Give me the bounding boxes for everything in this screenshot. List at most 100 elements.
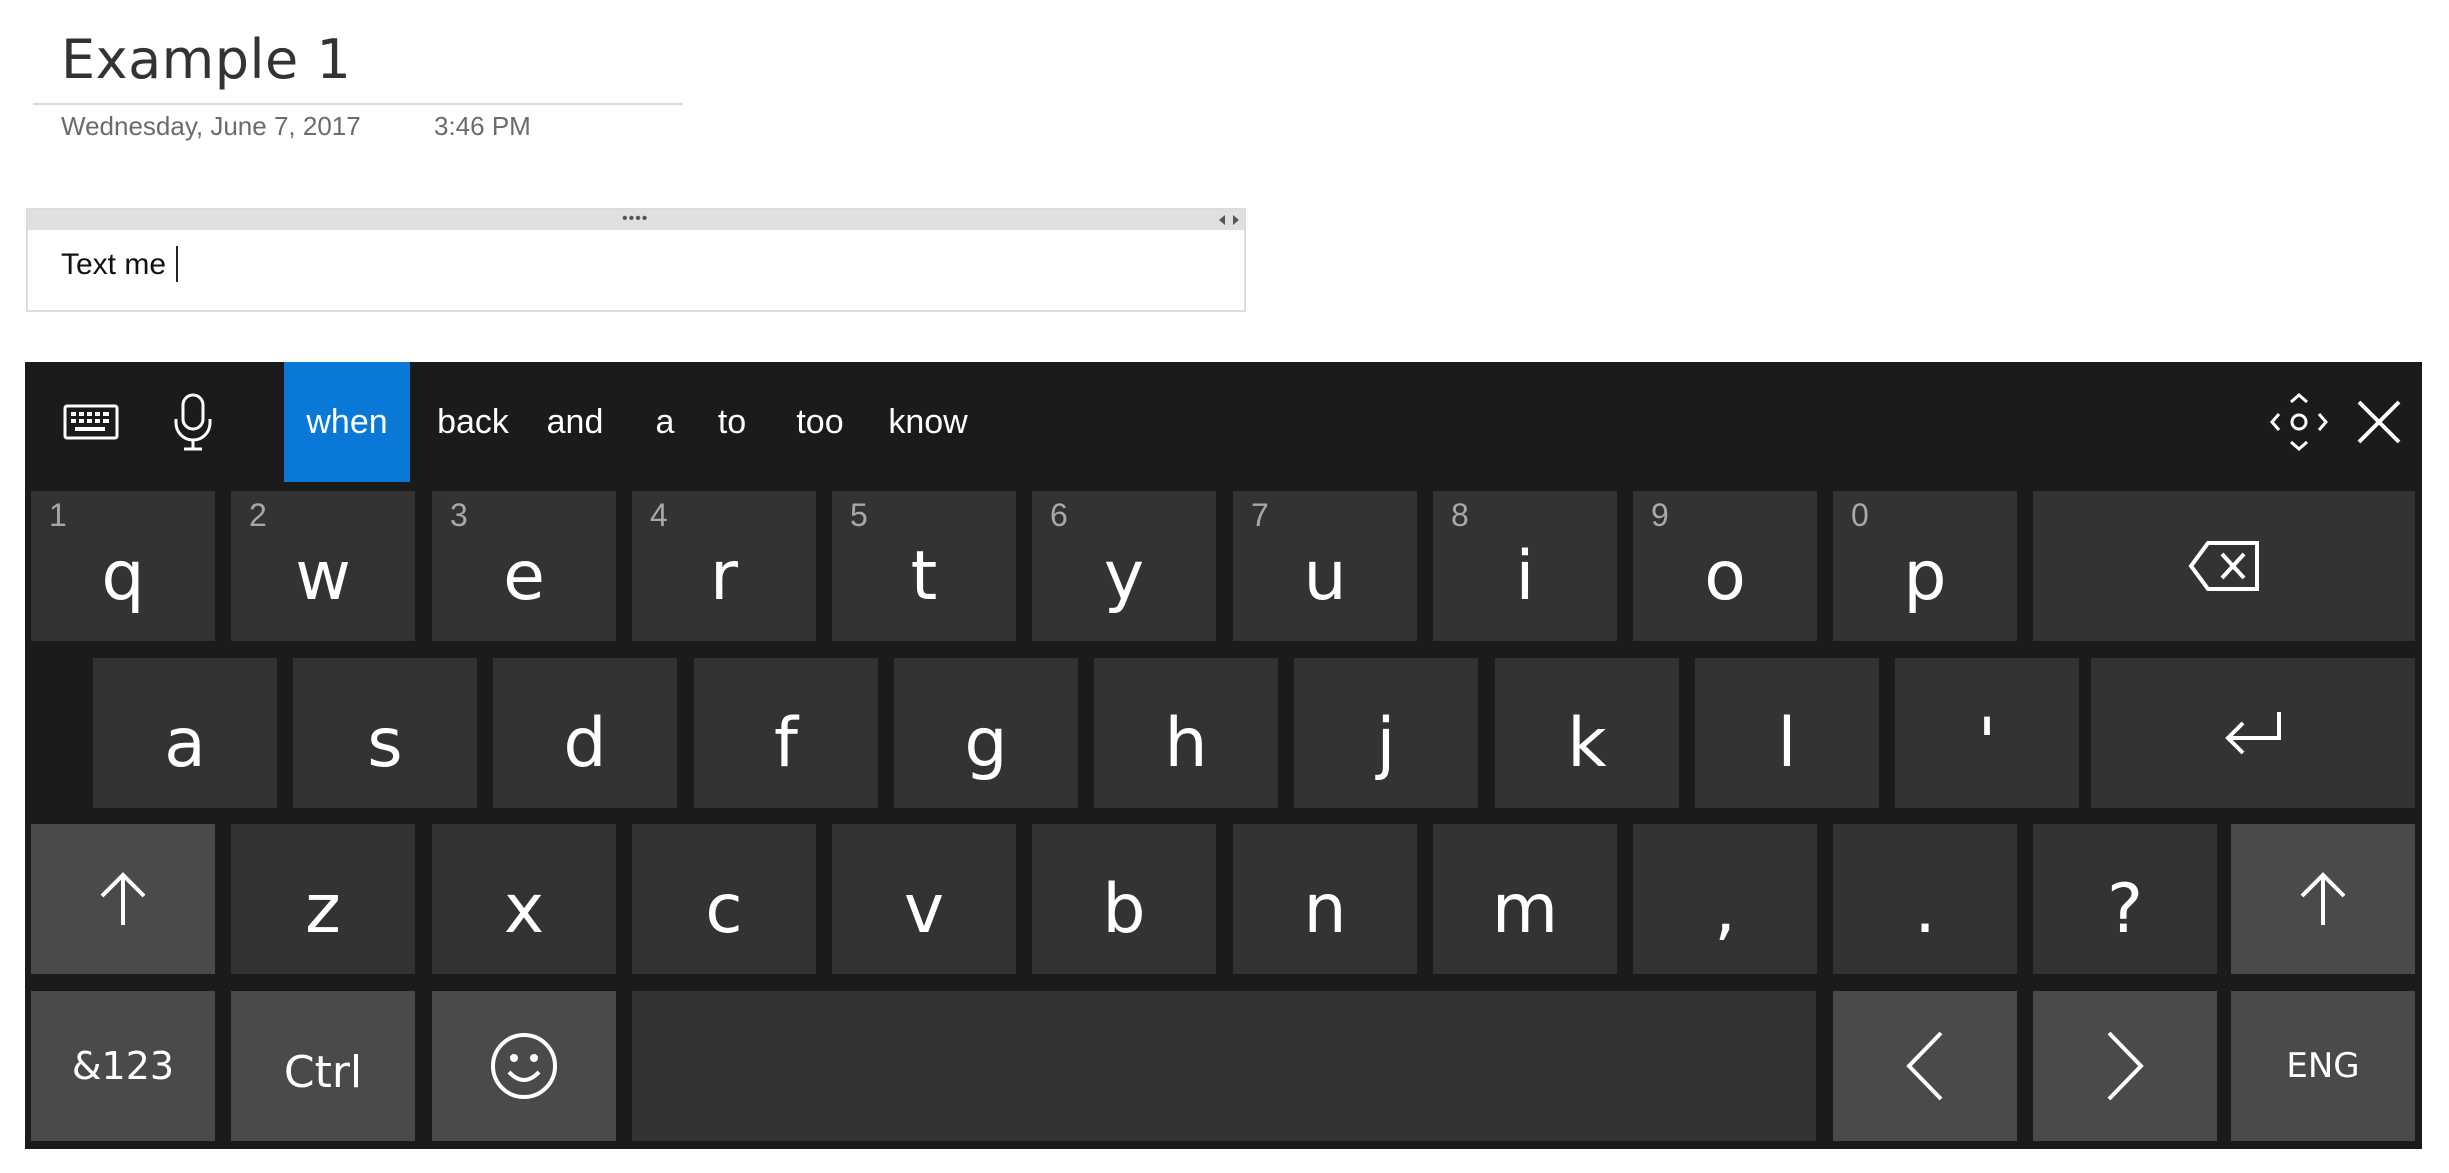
suggestion-back[interactable]: back: [430, 362, 516, 482]
title-divider: [33, 103, 683, 105]
key-n[interactable]: n: [1233, 824, 1417, 974]
key-e[interactable]: 3 e: [432, 491, 616, 641]
key-v[interactable]: v: [832, 824, 1016, 974]
keyboard-icon[interactable]: [53, 384, 129, 460]
symbols-key[interactable]: &123: [31, 991, 215, 1141]
resize-arrows-icon[interactable]: [1216, 210, 1242, 230]
key-label: r: [710, 536, 738, 616]
suggestion-when[interactable]: when: [284, 362, 410, 482]
enter-key[interactable]: [2091, 658, 2415, 808]
key-label: i: [1515, 536, 1535, 616]
language-key[interactable]: ENG: [2231, 991, 2415, 1141]
key-number-hint: 5: [850, 497, 868, 533]
key-label: y: [1103, 536, 1145, 616]
backspace-key[interactable]: [2033, 491, 2415, 641]
key-b[interactable]: b: [1032, 824, 1216, 974]
key-label: ENG: [2286, 1046, 2360, 1086]
note-container-handle[interactable]: ••••: [28, 210, 1244, 230]
ctrl-key[interactable]: Ctrl: [231, 991, 415, 1141]
move-icon[interactable]: [2261, 384, 2337, 460]
suggestion-too[interactable]: too: [785, 362, 855, 482]
arrow-right-key[interactable]: [2033, 991, 2217, 1141]
key-k[interactable]: k: [1495, 658, 1679, 808]
key-s[interactable]: s: [293, 658, 477, 808]
key-label: p: [1903, 536, 1947, 616]
keyboard-toolbar: when back and a to too know: [25, 362, 2422, 482]
key-label: e: [503, 536, 545, 616]
key-i[interactable]: 8 i: [1433, 491, 1617, 641]
page-date: Wednesday, June 7, 2017: [61, 111, 361, 141]
key-number-hint: 2: [249, 497, 267, 533]
backspace-icon: [2188, 541, 2259, 591]
key-label: ?: [2106, 869, 2144, 949]
key-label: c: [705, 869, 743, 949]
key-number-hint: 3: [450, 497, 468, 533]
shift-key-right[interactable]: [2231, 824, 2415, 974]
key-label: j: [1376, 703, 1396, 783]
key-number-hint: 1: [49, 497, 67, 533]
key-label: w: [295, 536, 351, 616]
key-number-hint: 8: [1451, 497, 1469, 533]
shift-icon: [2300, 872, 2346, 925]
suggestion-to[interactable]: to: [707, 362, 757, 482]
spacebar[interactable]: [632, 991, 1816, 1141]
key-comma[interactable]: ,: [1633, 824, 1817, 974]
key-label: v: [903, 869, 945, 949]
key-label: t: [910, 536, 938, 616]
key-f[interactable]: f: [694, 658, 878, 808]
key-y[interactable]: 6 y: [1032, 491, 1216, 641]
arrow-left-key[interactable]: [1833, 991, 2017, 1141]
key-o[interactable]: 9 o: [1633, 491, 1817, 641]
key-apostrophe[interactable]: ': [1895, 658, 2079, 808]
arrow-left-icon: [1906, 1031, 1943, 1101]
key-label: s: [367, 703, 403, 783]
key-j[interactable]: j: [1294, 658, 1478, 808]
key-period[interactable]: .: [1833, 824, 2017, 974]
note-text-field[interactable]: Text me: [61, 246, 179, 282]
key-w[interactable]: 2 w: [231, 491, 415, 641]
key-label: h: [1164, 703, 1208, 783]
key-label: k: [1567, 703, 1607, 783]
close-icon[interactable]: [2341, 384, 2417, 460]
suggestion-know[interactable]: know: [880, 362, 976, 482]
key-g[interactable]: g: [894, 658, 1078, 808]
key-m[interactable]: m: [1433, 824, 1617, 974]
note-container[interactable]: •••• Text me: [26, 208, 1246, 312]
key-label: u: [1303, 536, 1347, 616]
suggestion-a[interactable]: a: [645, 362, 685, 482]
key-u[interactable]: 7 u: [1233, 491, 1417, 641]
key-label: d: [563, 703, 607, 783]
key-label: ': [1977, 703, 1997, 783]
shift-key-left[interactable]: [31, 824, 215, 974]
key-d[interactable]: d: [493, 658, 677, 808]
key-z[interactable]: z: [231, 824, 415, 974]
key-q[interactable]: 1 q: [31, 491, 215, 641]
key-l[interactable]: l: [1695, 658, 1879, 808]
key-number-hint: 9: [1651, 497, 1669, 533]
key-c[interactable]: c: [632, 824, 816, 974]
key-h[interactable]: h: [1094, 658, 1278, 808]
key-p[interactable]: 0 p: [1833, 491, 2017, 641]
emoji-key[interactable]: [432, 991, 616, 1141]
shift-icon: [100, 872, 146, 925]
key-label: g: [964, 703, 1008, 783]
key-t[interactable]: 5 t: [832, 491, 1016, 641]
key-question[interactable]: ?: [2033, 824, 2217, 974]
note-text: Text me: [61, 248, 167, 281]
key-label: Ctrl: [283, 1046, 363, 1098]
key-label: a: [164, 703, 206, 783]
arrow-right-icon: [2107, 1031, 2144, 1101]
key-label: q: [101, 536, 145, 616]
microphone-icon[interactable]: [155, 384, 231, 460]
key-x[interactable]: x: [432, 824, 616, 974]
key-label: b: [1102, 869, 1146, 949]
suggestion-and[interactable]: and: [535, 362, 615, 482]
text-caret: [176, 246, 179, 282]
drag-grip-icon[interactable]: ••••: [622, 211, 648, 227]
touch-keyboard: when back and a to too know 1 q 2 w 3 e …: [25, 362, 2422, 1149]
key-r[interactable]: 4 r: [632, 491, 816, 641]
emoji-icon: [491, 1033, 557, 1099]
key-a[interactable]: a: [93, 658, 277, 808]
page-title[interactable]: Example 1: [61, 28, 351, 91]
key-label: .: [1914, 869, 1936, 949]
